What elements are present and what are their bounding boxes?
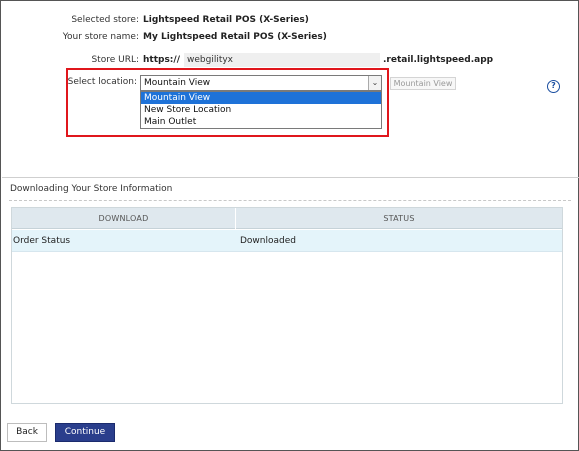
- download-status-table: DOWNLOAD STATUS Order Status Downloaded: [11, 207, 563, 404]
- location-dropdown-list: Mountain View New Store Location Main Ou…: [140, 91, 382, 129]
- store-name-label: Your store name:: [62, 32, 139, 42]
- selected-store-value: Lightspeed Retail POS (X-Series): [143, 15, 309, 25]
- location-option-new-store[interactable]: New Store Location: [141, 104, 381, 116]
- selected-store-label: Selected store:: [71, 15, 139, 25]
- download-cell: Order Status: [13, 236, 71, 246]
- location-select[interactable]: Mountain View ⌄: [140, 75, 382, 91]
- column-header-download: DOWNLOAD: [98, 214, 149, 223]
- store-url-prefix: https://: [143, 55, 180, 65]
- location-option-mountain-view[interactable]: Mountain View: [141, 92, 381, 104]
- download-section-title: Downloading Your Store Information: [10, 184, 173, 194]
- location-select-value: Mountain View: [144, 78, 211, 88]
- section-divider: [2, 177, 579, 178]
- wizard-window: Selected store: Lightspeed Retail POS (X…: [0, 0, 579, 451]
- chevron-down-icon[interactable]: ⌄: [368, 76, 381, 90]
- table-header: DOWNLOAD STATUS: [12, 208, 562, 229]
- store-url-label: Store URL:: [91, 55, 139, 65]
- back-button[interactable]: Back: [7, 423, 47, 442]
- store-name-value: My Lightspeed Retail POS (X-Series): [143, 32, 327, 42]
- column-header-status: STATUS: [383, 214, 415, 223]
- location-side-button[interactable]: Mountain View: [390, 77, 456, 90]
- store-url-input[interactable]: [184, 53, 380, 67]
- help-icon[interactable]: ?: [547, 80, 560, 93]
- continue-button[interactable]: Continue: [55, 423, 115, 442]
- table-row: Order Status Downloaded: [12, 230, 562, 252]
- dashed-divider: [9, 200, 571, 201]
- location-option-main-outlet[interactable]: Main Outlet: [141, 116, 381, 128]
- store-url-suffix: .retail.lightspeed.app: [383, 55, 494, 65]
- select-location-label: Select location:: [67, 77, 137, 87]
- status-cell: Downloaded: [240, 236, 296, 246]
